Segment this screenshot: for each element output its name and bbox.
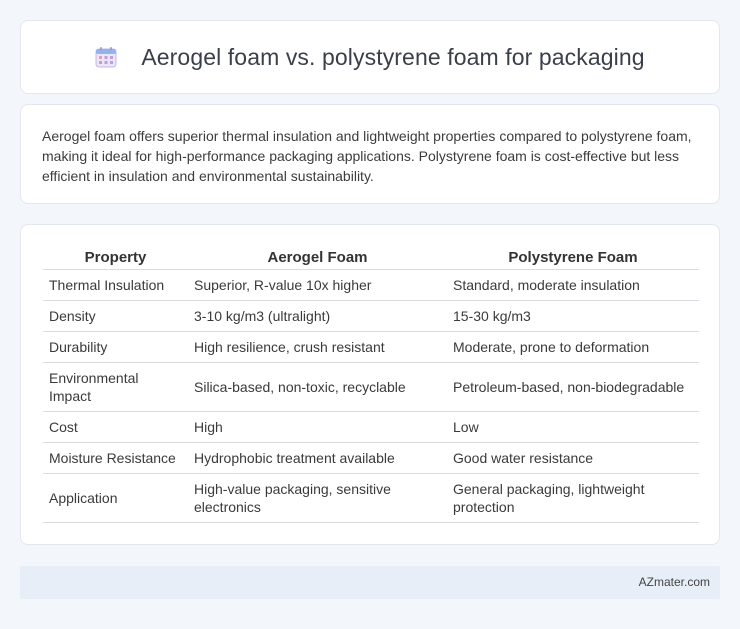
- table-row: Thermal Insulation Superior, R-value 10x…: [43, 269, 699, 301]
- table-row: Application High-value packaging, sensit…: [43, 473, 699, 523]
- row-polystyrene-value: Petroleum-based, non-biodegradable: [447, 362, 699, 412]
- page-title: Aerogel foam vs. polystyrene foam for pa…: [141, 43, 645, 70]
- row-property: Durability: [43, 331, 188, 363]
- table-row: Moisture Resistance Hydrophobic treatmen…: [43, 442, 699, 474]
- table-row: Cost High Low: [43, 411, 699, 443]
- title-bar: Aerogel foam vs. polystyrene foam for pa…: [21, 21, 719, 93]
- header-polystyrene-foam: Polystyrene Foam: [447, 245, 699, 270]
- row-polystyrene-value: General packaging, lightweight protectio…: [447, 473, 699, 523]
- comparison-table: Property Aerogel Foam Polystyrene Foam T…: [43, 245, 699, 523]
- row-aerogel-value: Silica-based, non-toxic, recyclable: [188, 362, 447, 412]
- row-aerogel-value: High-value packaging, sensitive electron…: [188, 473, 447, 523]
- table-header-row: Property Aerogel Foam Polystyrene Foam: [43, 245, 699, 270]
- header-property: Property: [43, 245, 188, 270]
- table-row: Environmental Impact Silica-based, non-t…: [43, 362, 699, 412]
- row-aerogel-value: High resilience, crush resistant: [188, 331, 447, 363]
- row-aerogel-value: High: [188, 411, 447, 443]
- row-polystyrene-value: Low: [447, 411, 699, 443]
- row-property: Application: [43, 473, 188, 523]
- row-polystyrene-value: Standard, moderate insulation: [447, 269, 699, 301]
- row-aerogel-value: 3-10 kg/m3 (ultralight): [188, 300, 447, 332]
- row-property: Thermal Insulation: [43, 269, 188, 301]
- row-polystyrene-value: Good water resistance: [447, 442, 699, 474]
- row-property: Environmental Impact: [43, 362, 188, 412]
- row-property: Cost: [43, 411, 188, 443]
- footer-site-link[interactable]: AZmater.com: [639, 575, 710, 589]
- table-row: Durability High resilience, crush resist…: [43, 331, 699, 363]
- row-property: Density: [43, 300, 188, 332]
- row-aerogel-value: Superior, R-value 10x higher: [188, 269, 447, 301]
- summary-card: Aerogel foam offers superior thermal ins…: [20, 104, 720, 204]
- calendar-icon: [95, 46, 117, 68]
- footer-bar: AZmater.com: [20, 566, 720, 599]
- row-property: Moisture Resistance: [43, 442, 188, 474]
- row-polystyrene-value: 15-30 kg/m3: [447, 300, 699, 332]
- header-aerogel-foam: Aerogel Foam: [188, 245, 447, 270]
- title-card: Aerogel foam vs. polystyrene foam for pa…: [20, 20, 720, 94]
- row-aerogel-value: Hydrophobic treatment available: [188, 442, 447, 474]
- comparison-card: Property Aerogel Foam Polystyrene Foam T…: [20, 224, 720, 545]
- row-polystyrene-value: Moderate, prone to deformation: [447, 331, 699, 363]
- summary-text: Aerogel foam offers superior thermal ins…: [42, 128, 692, 184]
- table-row: Density 3-10 kg/m3 (ultralight) 15-30 kg…: [43, 300, 699, 332]
